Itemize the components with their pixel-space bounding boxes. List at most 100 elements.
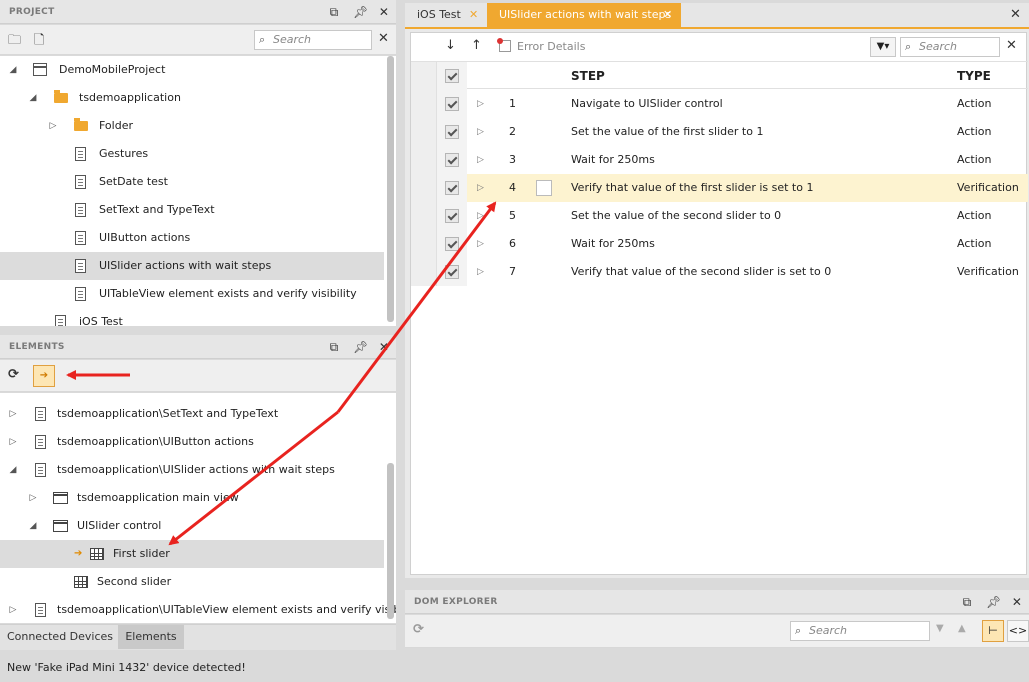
open-folder-icon[interactable]: 🗀︎: [8, 31, 21, 53]
elements-scrollbar[interactable]: [387, 463, 394, 619]
step-checkbox[interactable]: [445, 209, 459, 223]
expanded-icon[interactable]: ◢: [8, 56, 18, 84]
tab-connected-devices[interactable]: Connected Devices: [4, 625, 116, 649]
project-search-input[interactable]: ⌕ Search: [254, 30, 372, 50]
step-row[interactable]: ▷ 7 Verify that value of the second slid…: [411, 258, 1028, 286]
collapsed-icon[interactable]: ▷: [48, 112, 58, 140]
step-row-highlighted[interactable]: ▷ 4 Verify that value of the first slide…: [411, 174, 1028, 202]
close-icon[interactable]: ✕: [378, 335, 390, 359]
new-file-icon[interactable]: 🗋︎: [34, 31, 44, 53]
maximize-icon[interactable]: ⧉: [328, 335, 340, 359]
filter-button[interactable]: ▼▾: [870, 37, 896, 57]
expand-step-icon[interactable]: ▷: [477, 258, 484, 286]
expanded-icon[interactable]: ◢: [28, 84, 38, 112]
test-file-icon: [75, 231, 86, 245]
maximize-icon[interactable]: ⧉: [961, 590, 973, 614]
expand-step-icon[interactable]: ▷: [477, 230, 484, 258]
highlight-element-button[interactable]: ➔: [33, 365, 55, 387]
column-header-type[interactable]: TYPE: [957, 62, 991, 90]
step-row[interactable]: ▷ 5 Set the value of the second slider t…: [411, 202, 1028, 230]
close-icon[interactable]: ✕: [378, 0, 390, 24]
collapsed-icon[interactable]: ▷: [8, 400, 18, 428]
pin-icon[interactable]: 📌︎: [986, 590, 1001, 614]
element-item-page[interactable]: ▷ tsdemoapplication\SetText and TypeText: [0, 400, 384, 428]
tree-item-project[interactable]: ◢ DemoMobileProject: [0, 56, 384, 84]
expand-step-icon[interactable]: ▷: [477, 202, 484, 230]
tree-item-label: UITableView element exists and verify vi…: [99, 287, 357, 300]
maximize-icon[interactable]: ⧉: [328, 0, 340, 24]
expand-step-icon[interactable]: ▷: [477, 90, 484, 118]
step-checkbox[interactable]: [445, 181, 459, 195]
collapsed-icon[interactable]: ▷: [8, 428, 18, 456]
step-checkbox[interactable]: [445, 153, 459, 167]
pin-icon[interactable]: 📌︎: [353, 0, 368, 24]
element-item-view[interactable]: ◢ UISlider control: [0, 512, 384, 540]
elements-toolbar: ⟳ ➔: [0, 360, 396, 392]
grid-element-icon: [74, 576, 88, 588]
tab-uislider-actions[interactable]: UISlider actions with wait steps ✕: [487, 3, 681, 27]
step-value-box[interactable]: [536, 180, 552, 196]
tree-item-test[interactable]: SetText and TypeText: [0, 196, 384, 224]
dom-search-input[interactable]: ⌕ Search: [790, 621, 930, 641]
tree-item-test-selected[interactable]: UISlider actions with wait steps: [0, 252, 384, 280]
select-all-checkbox[interactable]: [445, 69, 459, 83]
collapsed-icon[interactable]: ▷: [28, 484, 38, 512]
collapsed-icon[interactable]: ▷: [8, 596, 18, 623]
step-row[interactable]: ▷ 6 Wait for 250ms Action: [411, 230, 1028, 258]
element-item-page[interactable]: ▷ tsdemoapplication\UIButton actions: [0, 428, 384, 456]
pin-icon[interactable]: 📌︎: [353, 335, 368, 359]
close-tab-icon[interactable]: ✕: [469, 3, 478, 27]
element-item-page[interactable]: ◢ tsdemoapplication\UISlider actions wit…: [0, 456, 384, 484]
error-details-button[interactable]: Error Details: [517, 40, 585, 53]
project-scrollbar[interactable]: [387, 56, 394, 322]
refresh-icon[interactable]: ⟳: [413, 622, 424, 637]
step-checkbox[interactable]: [445, 97, 459, 111]
element-item-first-slider[interactable]: ➔ First slider: [0, 540, 384, 568]
expanded-icon[interactable]: ◢: [8, 456, 18, 484]
step-number: 6: [509, 237, 516, 250]
expand-step-icon[interactable]: ▷: [477, 146, 484, 174]
source-view-button[interactable]: <>: [1007, 620, 1029, 642]
step-number: 4: [509, 181, 516, 194]
tree-item-test[interactable]: SetDate test: [0, 168, 384, 196]
tree-item-test[interactable]: UITableView element exists and verify vi…: [0, 280, 384, 308]
move-up-icon[interactable]: ↑: [471, 38, 482, 53]
row-header-cell: [411, 202, 437, 230]
expand-step-icon[interactable]: ▷: [477, 118, 484, 146]
step-checkbox[interactable]: [445, 125, 459, 139]
move-down-icon[interactable]: ↓: [445, 38, 456, 53]
clear-search-icon[interactable]: ✕: [378, 31, 389, 46]
tab-elements[interactable]: Elements: [118, 625, 184, 649]
close-editor-icon[interactable]: ✕: [1010, 7, 1021, 22]
steps-search-input[interactable]: ⌕ Search: [900, 37, 1000, 57]
tree-view-button[interactable]: ⊢: [982, 620, 1004, 642]
step-row[interactable]: ▷ 1 Navigate to UISlider control Action: [411, 90, 1028, 118]
element-item-view[interactable]: ▷ tsdemoapplication main view: [0, 484, 384, 512]
close-icon[interactable]: ✕: [1011, 590, 1023, 614]
tree-item-folder[interactable]: ◢ tsdemoapplication: [0, 84, 384, 112]
step-checkbox[interactable]: [445, 265, 459, 279]
tree-item-folder[interactable]: ▷ Folder: [0, 112, 384, 140]
expanded-icon[interactable]: ◢: [28, 512, 38, 540]
search-icon: ⌕: [795, 624, 802, 637]
project-panel-header: PROJECT ⧉ 📌︎ ✕: [0, 0, 396, 24]
element-item-second-slider[interactable]: Second slider: [0, 568, 384, 596]
dom-explorer-header: DOM EXPLORER ⧉ 📌︎ ✕: [405, 590, 1029, 614]
close-tab-icon[interactable]: ✕: [663, 3, 672, 27]
step-row[interactable]: ▷ 2 Set the value of the first slider to…: [411, 118, 1028, 146]
column-header-step[interactable]: STEP: [571, 62, 605, 90]
step-row[interactable]: ▷ 3 Wait for 250ms Action: [411, 146, 1028, 174]
tree-item-test[interactable]: iOS Test: [0, 308, 384, 326]
tree-item-test[interactable]: UIButton actions: [0, 224, 384, 252]
dom-search-placeholder: Search: [809, 624, 848, 637]
tree-item-test[interactable]: Gestures: [0, 140, 384, 168]
next-match-icon[interactable]: ▼: [936, 623, 944, 634]
step-checkbox[interactable]: [445, 237, 459, 251]
prev-match-icon[interactable]: ▲: [958, 623, 966, 634]
expand-step-icon[interactable]: ▷: [477, 174, 484, 202]
element-item-page[interactable]: ▷ tsdemoapplication\UITableView element …: [0, 596, 396, 623]
refresh-icon[interactable]: ⟳: [8, 367, 19, 382]
tab-ios-test[interactable]: iOS Test ✕: [405, 3, 485, 27]
project-search-placeholder: Search: [273, 33, 312, 46]
clear-search-icon[interactable]: ✕: [1006, 38, 1017, 53]
